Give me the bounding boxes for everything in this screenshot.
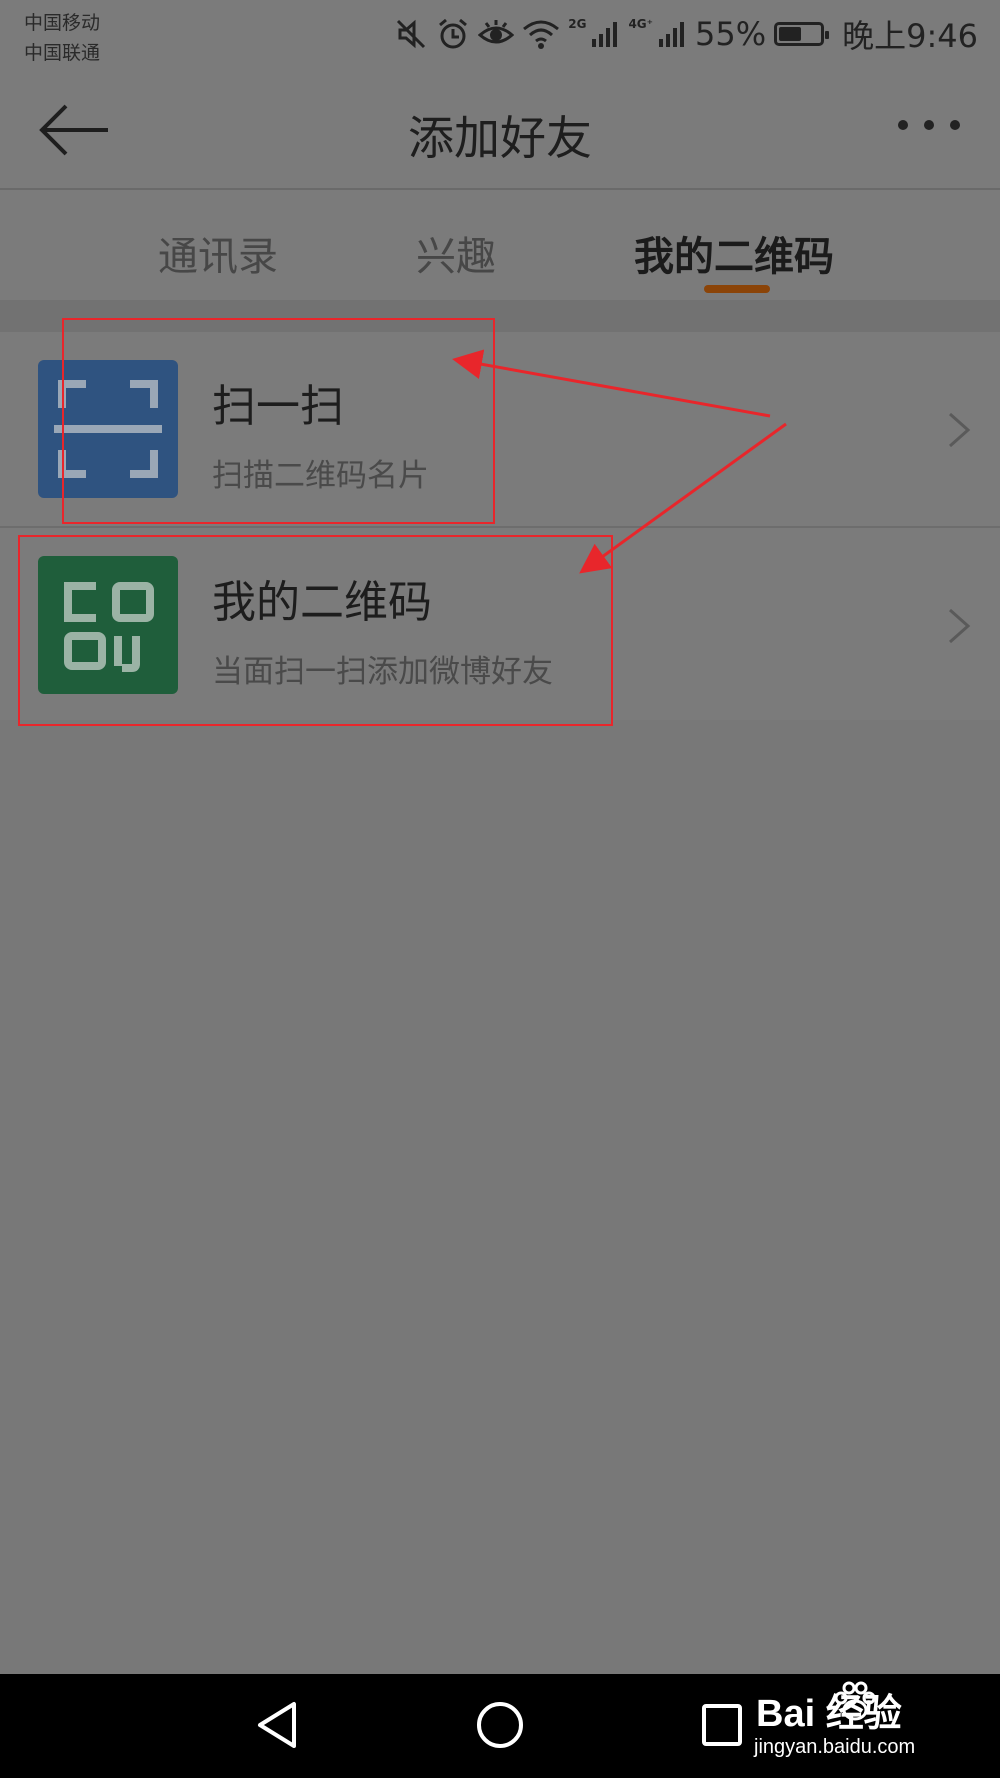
- watermark-brand: Bai 经验: [756, 1693, 902, 1735]
- recents-square-icon[interactable]: [698, 1698, 746, 1752]
- baidu-watermark: Bai 经验 jingyan.baidu.com: [744, 1674, 944, 1778]
- annotation-arrows: [452, 349, 787, 574]
- annotation-arrow-1: [452, 349, 771, 418]
- annotation-arrow-2: [579, 422, 787, 574]
- watermark-url: jingyan.baidu.com: [754, 1736, 916, 1758]
- system-nav-bar: Bai 经验 jingyan.baidu.com: [0, 1674, 1000, 1778]
- paw-icon: [834, 1681, 876, 1721]
- home-circle-icon[interactable]: [474, 1698, 526, 1752]
- back-triangle-icon[interactable]: [254, 1698, 302, 1752]
